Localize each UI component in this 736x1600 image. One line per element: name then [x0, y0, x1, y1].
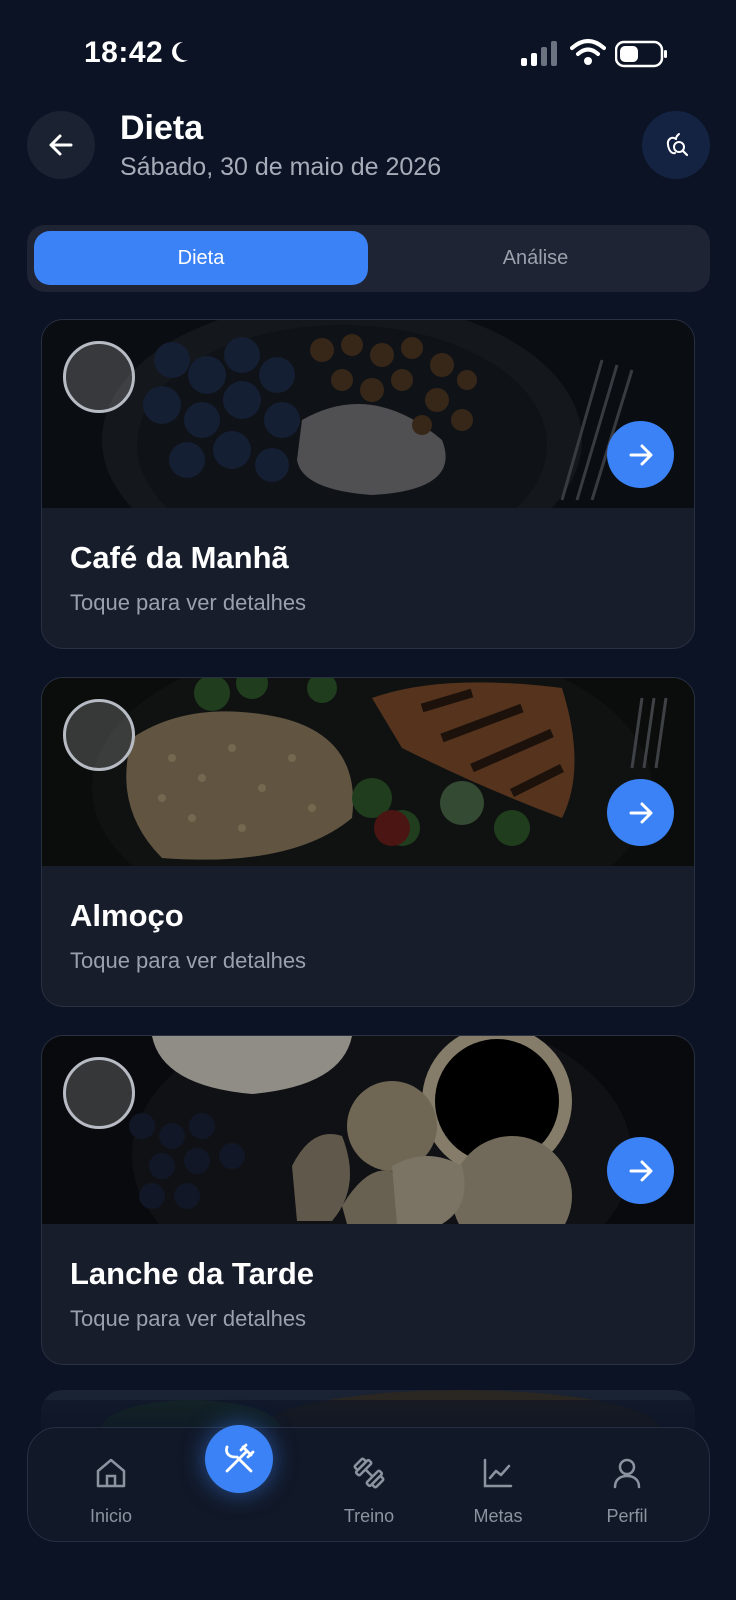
status-bar: 18:42 — [0, 0, 736, 100]
tab-dieta[interactable]: Dieta — [34, 231, 368, 285]
page-title: Dieta — [120, 109, 204, 147]
apple-search-icon — [666, 133, 689, 157]
back-button[interactable] — [27, 111, 95, 179]
arrow-right-icon — [629, 444, 652, 465]
header: Dieta Sábado, 30 de maio de 2026 — [0, 105, 736, 185]
meal-title: Café da Manhã — [70, 540, 289, 575]
tab-analise[interactable]: Análise — [368, 231, 703, 285]
arrow-right-icon — [629, 1160, 652, 1181]
open-meal-button[interactable] — [607, 1137, 674, 1204]
moon-icon — [172, 41, 188, 62]
meal-done-checkbox[interactable] — [63, 1057, 135, 1129]
nav-label: Treino — [343, 1506, 395, 1526]
bottom-nav: Inicio Treino Metas Perfil — [27, 1427, 710, 1542]
nav-item-metas[interactable]: Metas — [443, 1428, 553, 1543]
meal-image-breakfast — [42, 320, 694, 508]
nav-item-treino[interactable]: Treino — [314, 1428, 424, 1543]
arrow-right-icon — [629, 802, 652, 823]
cellular-signal-icon — [521, 41, 557, 66]
open-meal-button[interactable] — [607, 421, 674, 488]
page-date: Sábado, 30 de maio de 2026 — [120, 153, 442, 181]
nav-item-perfil[interactable]: Perfil — [572, 1428, 682, 1543]
wifi-icon — [570, 39, 606, 65]
dumbbell-icon — [353, 1457, 385, 1489]
tab-switcher: Dieta Análise — [27, 225, 710, 292]
meal-image-lunch — [42, 678, 694, 866]
user-icon — [613, 1458, 641, 1489]
status-time: 18:42 — [84, 36, 164, 69]
meal-title: Almoço — [70, 898, 184, 933]
nav-label: Metas — [473, 1506, 523, 1526]
meal-title: Lanche da Tarde — [70, 1256, 315, 1291]
nav-item-dieta-fab[interactable] — [205, 1425, 273, 1493]
meal-card-snack[interactable]: Lanche da Tarde Toque para ver detalhes — [41, 1035, 695, 1365]
fork-knife-icon — [225, 1443, 255, 1473]
meal-subtitle: Toque para ver detalhes — [70, 948, 307, 973]
battery-icon — [615, 40, 667, 68]
meal-card-breakfast[interactable]: Café da Manhã Toque para ver detalhes — [41, 319, 695, 649]
chart-icon — [483, 1458, 513, 1488]
meal-done-checkbox[interactable] — [63, 341, 135, 413]
nav-label: Inicio — [89, 1506, 133, 1526]
open-meal-button[interactable] — [607, 779, 674, 846]
meal-card-lunch[interactable]: Almoço Toque para ver detalhes — [41, 677, 695, 1007]
home-icon — [96, 1458, 126, 1488]
meal-image-snack — [42, 1036, 694, 1224]
arrow-left-icon — [49, 134, 73, 156]
nav-item-inicio[interactable]: Inicio — [56, 1428, 166, 1543]
meal-subtitle: Toque para ver detalhes — [70, 1306, 307, 1331]
meal-subtitle: Toque para ver detalhes — [70, 590, 307, 615]
nav-label: Perfil — [606, 1506, 648, 1526]
meal-done-checkbox[interactable] — [63, 699, 135, 771]
nutrition-search-button[interactable] — [642, 111, 710, 179]
